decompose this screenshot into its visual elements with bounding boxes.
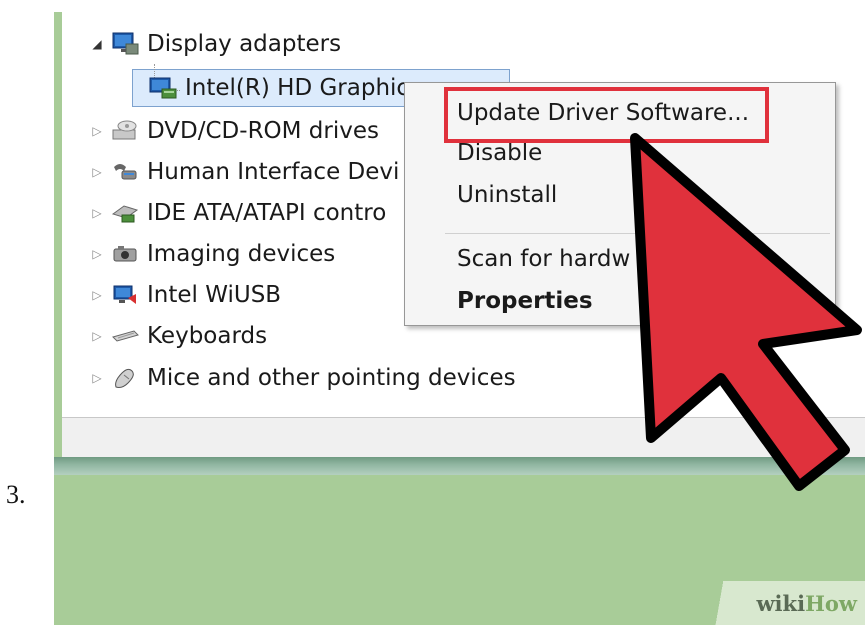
- tree-item-ide-ata-atapi-controllers[interactable]: ▷ IDE ATA/ATAPI contro: [90, 195, 386, 231]
- tree-item-label: Imaging devices: [147, 241, 336, 267]
- dvd-drive-icon: [112, 120, 137, 140]
- cursor-arrow-icon: [630, 133, 862, 491]
- hid-icon: [114, 164, 137, 180]
- tree-item-mice-pointing-devices[interactable]: ▷ Mice and other pointing devices: [90, 360, 516, 396]
- tree-item-label: Display adapters: [147, 31, 342, 57]
- watermark-wiki: wiki: [756, 590, 806, 616]
- screenshot-frame: ◢ Display adapters Intel(R) HD Graphic ▷…: [54, 12, 865, 625]
- tree-item-label: Intel(R) HD Graphic: [185, 75, 410, 101]
- tree-item-intel-hd-graphics[interactable]: Intel(R) HD Graphic: [148, 70, 409, 106]
- wikihow-watermark: wiki How: [705, 581, 865, 625]
- tree-item-label: IDE ATA/ATAPI contro: [147, 200, 387, 226]
- expand-arrow-icon[interactable]: ▷: [90, 165, 104, 179]
- menu-item-label: Uninstall: [457, 182, 558, 208]
- wireless-usb-icon: [113, 285, 136, 304]
- ide-controller-icon: [111, 205, 139, 223]
- watermark-how: How: [805, 590, 857, 616]
- expand-arrow-icon[interactable]: ▷: [90, 371, 104, 385]
- tree-item-label: DVD/CD-ROM drives: [147, 118, 379, 144]
- expand-arrow-icon[interactable]: ▷: [90, 124, 104, 138]
- collapse-arrow-icon[interactable]: ◢: [90, 37, 104, 51]
- tree-item-intel-wiusb[interactable]: ▷ Intel WiUSB: [90, 277, 281, 313]
- menu-item-label: Disable: [457, 140, 543, 166]
- monitor-icon: [112, 32, 139, 55]
- tree-item-imaging-devices[interactable]: ▷ Imaging devices: [90, 236, 335, 272]
- expand-arrow-icon[interactable]: ▷: [90, 247, 104, 261]
- tree-item-keyboards[interactable]: ▷ Keyboards: [90, 318, 267, 354]
- step-number: 3.: [6, 480, 26, 509]
- tree-item-dvd-cd-rom-drives[interactable]: ▷ DVD/CD-ROM drives: [90, 113, 379, 149]
- expand-arrow-icon[interactable]: ▷: [90, 206, 104, 220]
- tree-item-display-adapters[interactable]: ◢ Display adapters: [90, 26, 341, 62]
- tree-item-label: Mice and other pointing devices: [147, 365, 516, 391]
- tree-item-label: Keyboards: [147, 323, 268, 349]
- tree-item-human-interface-devices[interactable]: ▷ Human Interface Devi: [90, 154, 399, 190]
- expand-arrow-icon[interactable]: ▷: [90, 288, 104, 302]
- keyboard-icon: [112, 330, 139, 342]
- mouse-icon: [115, 368, 134, 388]
- tree-item-label: Human Interface Devi: [147, 159, 400, 185]
- camera-icon: [113, 246, 137, 262]
- tree-item-label: Intel WiUSB: [147, 282, 282, 308]
- menu-item-label: Properties: [457, 288, 593, 314]
- menu-item-label: Scan for hardw: [457, 246, 631, 272]
- display-adapter-icon: [149, 77, 177, 99]
- expand-arrow-icon[interactable]: ▷: [90, 329, 104, 343]
